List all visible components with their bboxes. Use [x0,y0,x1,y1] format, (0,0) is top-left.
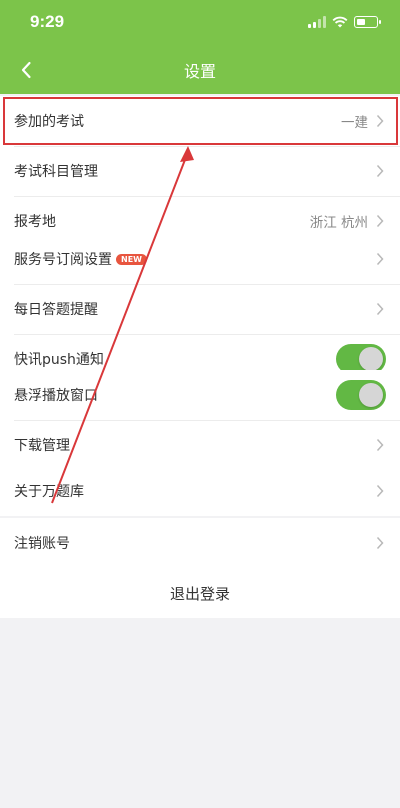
row-label: 考试科目管理 [14,164,98,180]
nav-bar: 设置 [0,44,400,94]
status-bar: 9:29 [0,0,400,44]
page-title: 设置 [183,62,216,81]
wifi-icon [332,16,348,28]
settings-group-media: 悬浮播放窗口 下载管理 [0,370,400,470]
chevron-right-icon [376,535,386,551]
row-label: 关于万题库 [14,484,84,500]
row-service-subscription[interactable]: 服务号订阅设置 NEW [0,234,400,284]
logout-button[interactable]: 退出登录 [0,568,400,618]
settings-group-notifications: 服务号订阅设置 NEW 每日答题提醒 快讯push通知 [0,234,400,384]
row-subject-management[interactable]: 考试科目管理 [0,146,400,196]
row-label: 参加的考试 [14,114,84,130]
row-daily-reminder[interactable]: 每日答题提醒 [0,284,400,334]
row-label: 快讯push通知 [14,352,104,368]
chevron-right-icon [376,301,386,317]
toggle-knob [359,347,383,371]
battery-icon [354,16,381,28]
row-label: 下载管理 [14,438,70,454]
chevron-right-icon [376,437,386,453]
header-bar: 9:29 设置 [0,0,400,94]
row-label: 悬浮播放窗口 [14,388,98,404]
row-exam-joined[interactable]: 参加的考试 一建 [0,96,400,146]
settings-group-account: 注销账号 [0,518,400,568]
signal-icon [308,16,326,28]
chevron-right-icon [376,483,386,499]
row-label: 报考地 [14,214,56,230]
chevron-right-icon [376,163,386,179]
status-icons [308,14,381,28]
chevron-right-icon [376,251,386,267]
row-cancel-account[interactable]: 注销账号 [0,518,400,568]
row-label: 每日答题提醒 [14,302,98,318]
toggle-knob [359,383,383,407]
floating-window-toggle[interactable] [336,380,386,410]
status-time: 9:29 [30,12,65,31]
row-floating-window: 悬浮播放窗口 [0,370,400,420]
new-badge: NEW [116,253,147,265]
row-label: 注销账号 [14,536,70,552]
row-value: 一建 [341,115,368,131]
chevron-right-icon [376,113,386,129]
chevron-right-icon [376,213,386,229]
row-value: 浙江 杭州 [309,215,368,231]
row-download-management[interactable]: 下载管理 [0,420,400,470]
row-label: 服务号订阅设置 [14,252,112,268]
settings-group-about: 关于万题库 [0,466,400,516]
settings-group-exam: 参加的考试 一建 考试科目管理 报考地 浙江 杭州 [0,96,400,246]
row-about[interactable]: 关于万题库 [0,466,400,516]
